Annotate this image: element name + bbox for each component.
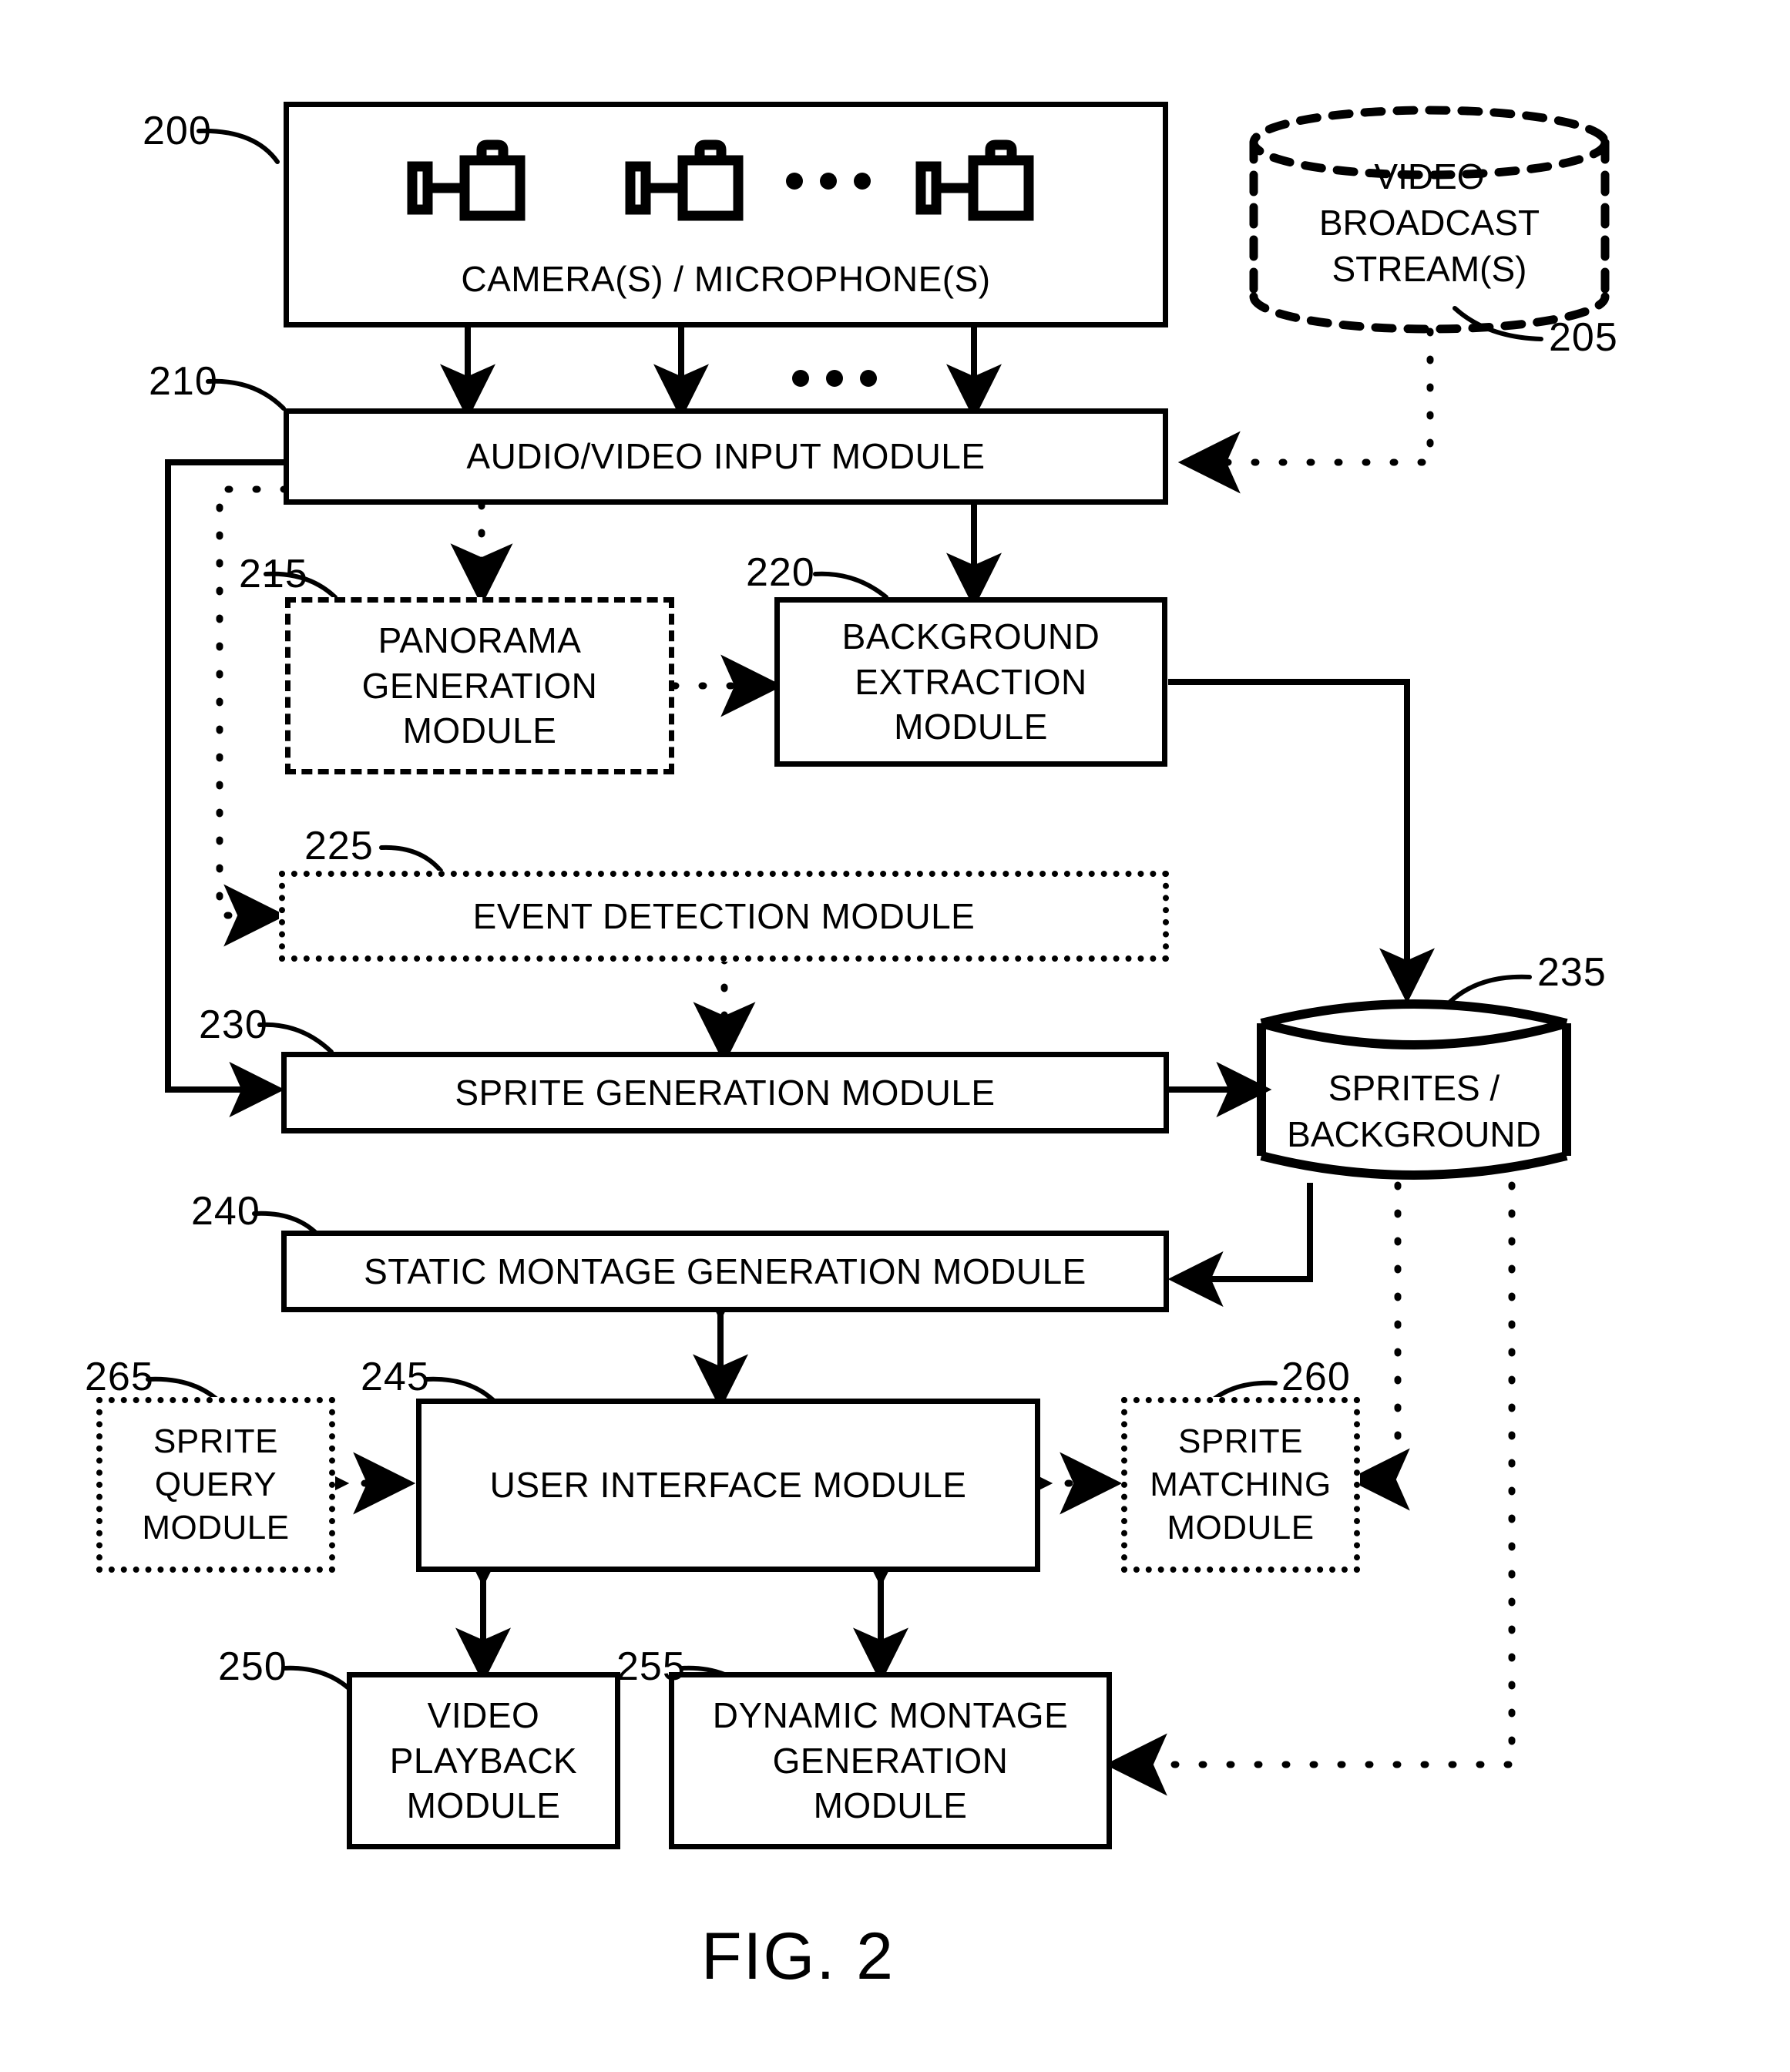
video-playback-line-2: PLAYBACK bbox=[389, 1740, 578, 1781]
sprite-matching-line-1: SPRITE bbox=[1178, 1422, 1303, 1460]
static-montage-label: STATIC MONTAGE GENERATION MODULE bbox=[364, 1251, 1086, 1291]
sprite-matching-line-3: MODULE bbox=[1167, 1509, 1315, 1547]
camera-ellipsis-dots bbox=[786, 173, 871, 190]
edge-broadcast-to-avinput bbox=[1177, 327, 1434, 494]
figure-canvas: CAMERA(S) / MICROPHONE(S) VIDEO BROADCAS… bbox=[0, 0, 1790, 2072]
video-playback-line-1: VIDEO bbox=[427, 1694, 540, 1735]
ref-240: 240 bbox=[191, 1189, 260, 1234]
camera-icon bbox=[915, 139, 1034, 221]
sprite-query-line-2: QUERY bbox=[154, 1465, 277, 1503]
ref-260: 260 bbox=[1281, 1355, 1351, 1399]
leader-250 bbox=[281, 1665, 357, 1696]
event-detection-label: EVENT DETECTION MODULE bbox=[472, 895, 976, 936]
panorama-line-2: GENERATION bbox=[361, 665, 598, 706]
panorama-generation-module[interactable]: PANORAMA GENERATION MODULE bbox=[285, 597, 674, 774]
sprite-query-line-3: MODULE bbox=[142, 1509, 290, 1547]
ref-250: 250 bbox=[218, 1644, 287, 1689]
audio-video-input-module-label: AUDIO/VIDEO INPUT MODULE bbox=[466, 436, 986, 477]
static-montage-generation-module[interactable]: STATIC MONTAGE GENERATION MODULE bbox=[281, 1231, 1169, 1312]
event-detection-module[interactable]: EVENT DETECTION MODULE bbox=[279, 871, 1169, 962]
audio-video-input-module[interactable]: AUDIO/VIDEO INPUT MODULE bbox=[284, 408, 1168, 505]
figure-caption: FIG. 2 bbox=[701, 1919, 895, 1993]
leader-220 bbox=[813, 571, 888, 599]
ref-220: 220 bbox=[746, 550, 815, 595]
sprite-query-module[interactable]: SPRITE QUERY MODULE bbox=[96, 1397, 335, 1573]
dynamic-montage-line-2: GENERATION bbox=[772, 1740, 1009, 1781]
background-line-2: EXTRACTION bbox=[855, 661, 1087, 702]
background-line-3: MODULE bbox=[894, 707, 1048, 747]
user-interface-module[interactable]: USER INTERFACE MODULE bbox=[416, 1399, 1040, 1572]
video-broadcast-stream-label: VIDEO BROADCAST STREAM(S) bbox=[1241, 154, 1618, 292]
sprite-generation-module[interactable]: SPRITE GENERATION MODULE bbox=[281, 1052, 1169, 1133]
dynamic-montage-generation-module[interactable]: DYNAMIC MONTAGE GENERATION MODULE bbox=[669, 1672, 1112, 1849]
sprite-matching-line-2: MATCHING bbox=[1150, 1465, 1332, 1503]
sprites-background-label: SPRITES / BACKGROUND bbox=[1252, 1066, 1576, 1158]
ref-205: 205 bbox=[1549, 315, 1618, 360]
ref-235: 235 bbox=[1537, 950, 1607, 995]
edge-store-to-staticmontage bbox=[1167, 1183, 1313, 1307]
ref-255: 255 bbox=[616, 1644, 686, 1689]
cameras-microphones-label: CAMERA(S) / MICROPHONE(S) bbox=[461, 259, 991, 300]
broadcast-line-3: STREAM(S) bbox=[1332, 248, 1527, 289]
sprite-matching-module[interactable]: SPRITE MATCHING MODULE bbox=[1121, 1397, 1360, 1573]
ref-245: 245 bbox=[361, 1355, 430, 1399]
ref-200: 200 bbox=[143, 109, 212, 153]
store-line-1: SPRITES / bbox=[1328, 1068, 1500, 1108]
ref-265: 265 bbox=[85, 1355, 154, 1399]
video-playback-module[interactable]: VIDEO PLAYBACK MODULE bbox=[347, 1672, 620, 1849]
user-interface-label: USER INTERFACE MODULE bbox=[489, 1465, 967, 1506]
dynamic-montage-line-3: MODULE bbox=[813, 1785, 968, 1826]
background-line-1: BACKGROUND bbox=[841, 616, 1100, 657]
background-extraction-module[interactable]: BACKGROUND EXTRACTION MODULE bbox=[774, 597, 1167, 767]
panorama-line-3: MODULE bbox=[402, 710, 557, 751]
sprite-query-line-1: SPRITE bbox=[153, 1422, 278, 1460]
leader-230 bbox=[257, 1022, 334, 1054]
leader-225 bbox=[379, 845, 443, 873]
broadcast-line-1: VIDEO bbox=[1374, 156, 1485, 196]
leader-210 bbox=[206, 378, 286, 411]
edge-store-to-spritematching bbox=[1347, 1181, 1410, 1511]
ref-230: 230 bbox=[199, 1002, 268, 1047]
sprite-generation-label: SPRITE GENERATION MODULE bbox=[455, 1072, 996, 1113]
input-ellipsis-dots bbox=[792, 370, 877, 387]
dynamic-montage-line-1: DYNAMIC MONTAGE bbox=[712, 1694, 1069, 1735]
store-line-2: BACKGROUND bbox=[1287, 1113, 1541, 1154]
video-playback-line-3: MODULE bbox=[406, 1785, 561, 1826]
ref-210: 210 bbox=[149, 359, 218, 404]
broadcast-line-2: BROADCAST bbox=[1318, 202, 1540, 243]
edge-background-to-store bbox=[1168, 679, 1435, 1004]
camera-icon bbox=[625, 139, 744, 221]
ref-225: 225 bbox=[304, 824, 374, 868]
panorama-line-1: PANORAMA bbox=[378, 620, 582, 660]
ref-215: 215 bbox=[239, 552, 308, 596]
camera-icon bbox=[407, 139, 526, 221]
